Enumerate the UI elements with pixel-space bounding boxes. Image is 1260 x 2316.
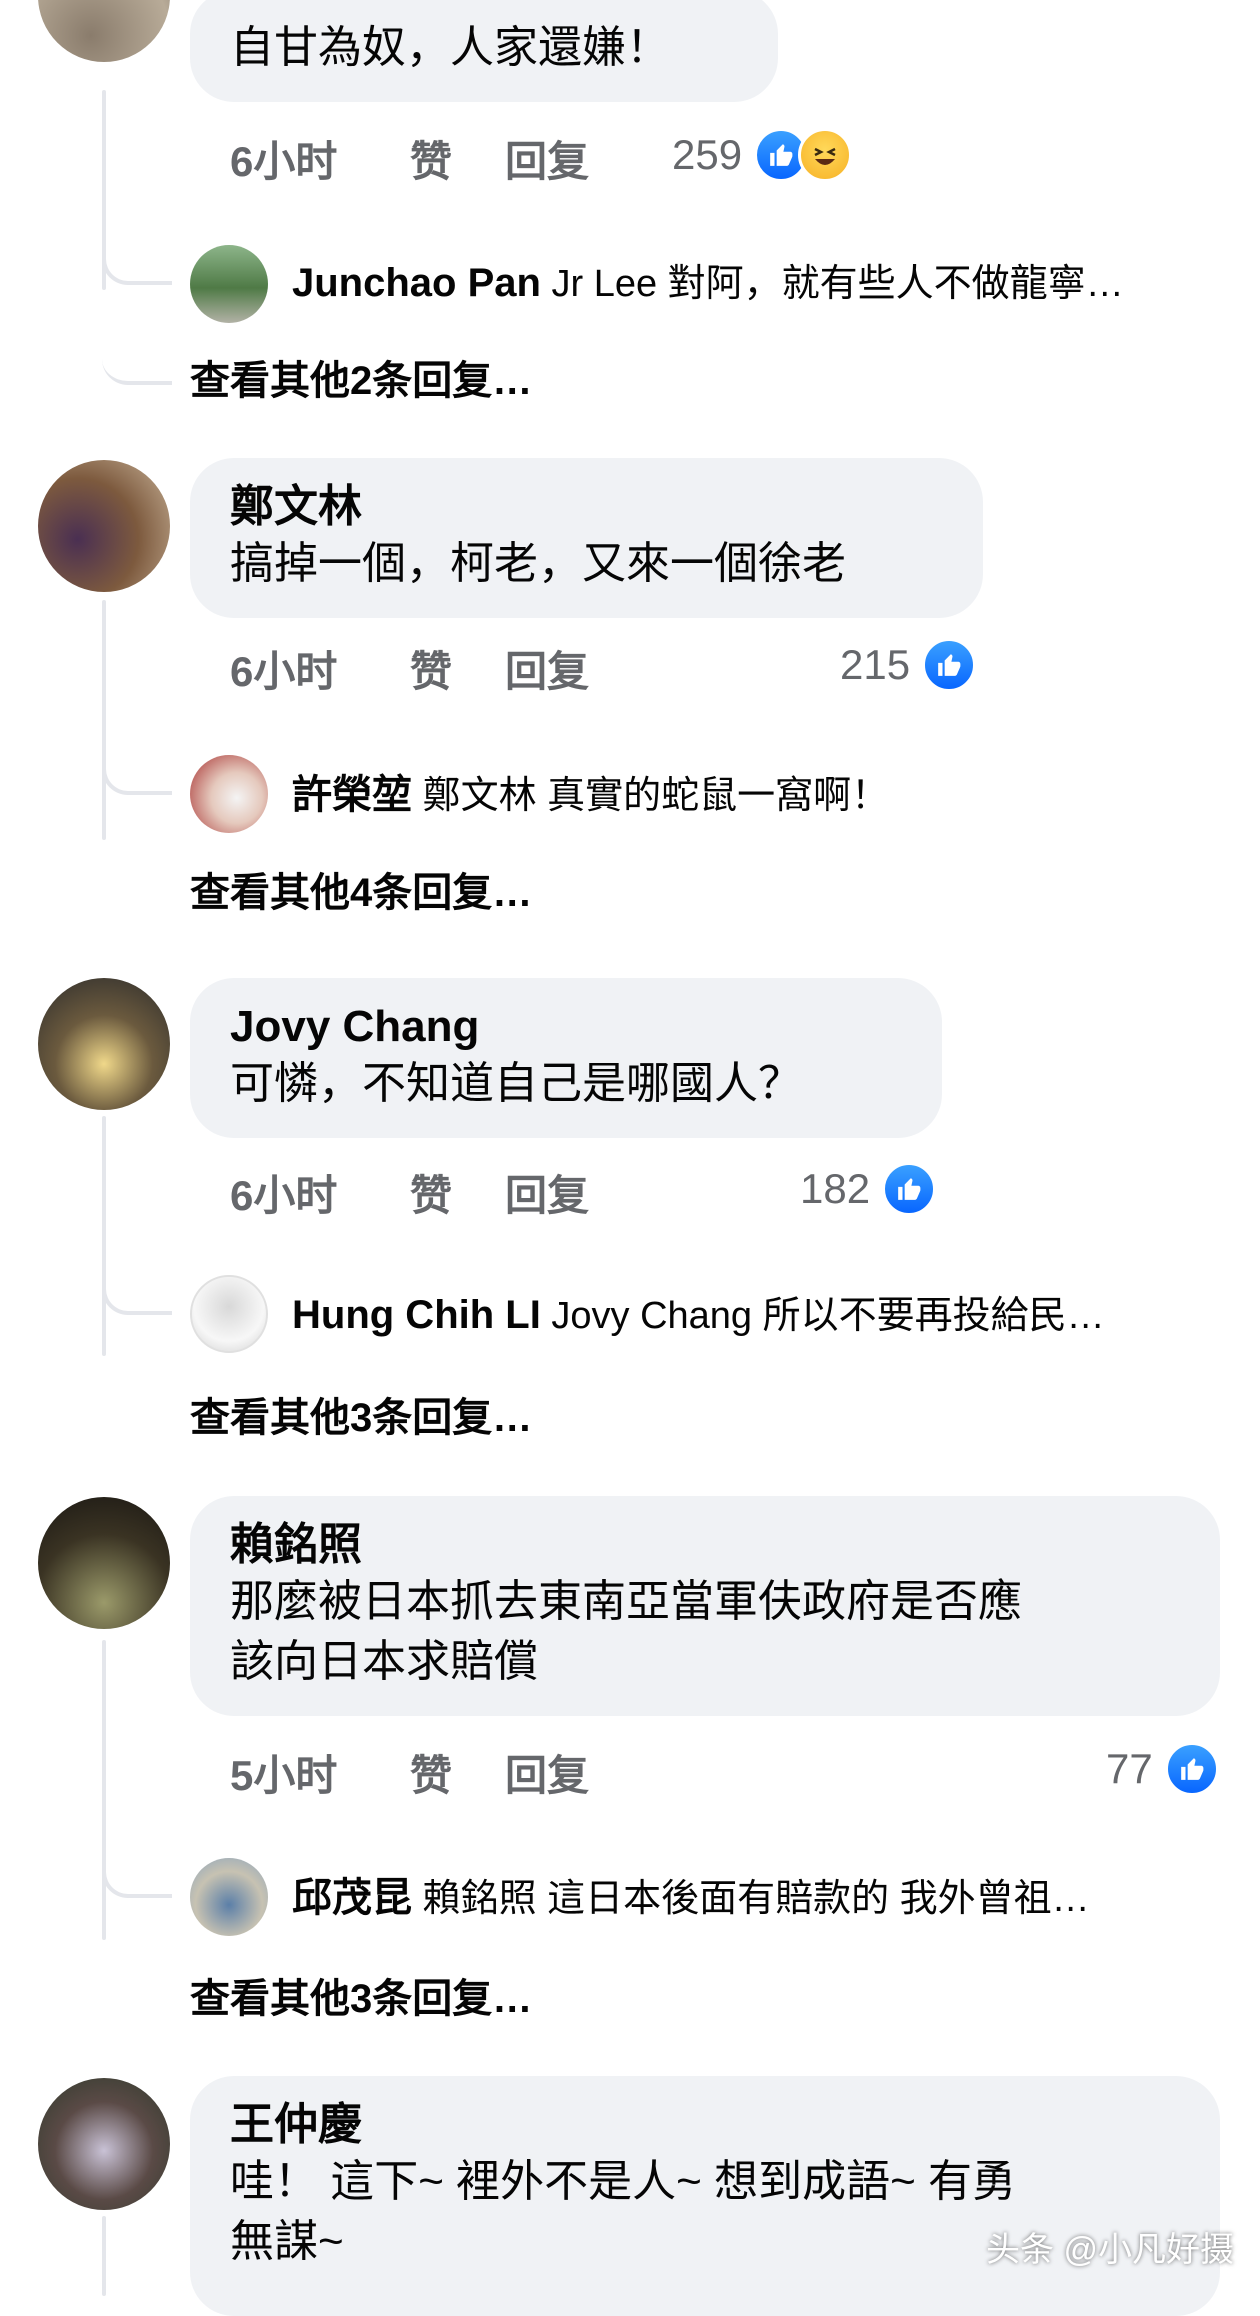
reply-avatar[interactable] [190, 1858, 268, 1936]
comment-actions: 5小时 赞 回复 [230, 1742, 605, 1802]
reply-preview[interactable]: 許榮堃 鄭文林 真實的蛇鼠一窩啊！ [292, 770, 1212, 821]
reaction-count: 77 [1106, 1745, 1153, 1792]
thread-line [102, 2216, 106, 2296]
thread-line [102, 1640, 106, 1940]
see-more-replies[interactable]: 查看其他3条回复… [190, 1966, 532, 2024]
reaction-summary[interactable]: 77 [1106, 1742, 1219, 1796]
comment-actions: 6小时 赞 回复 [230, 1162, 605, 1222]
like-button[interactable]: 赞 [410, 1742, 505, 1803]
commenter-avatar[interactable] [38, 0, 170, 62]
comment-author[interactable]: 王仲慶 [230, 2098, 1180, 2152]
reply-author[interactable]: 許榮堃 [292, 773, 412, 817]
reply-avatar[interactable] [190, 1275, 268, 1353]
comment-bubble[interactable]: 王仲慶 哇！ 這下~ 裡外不是人~ 想到成語~ 有勇 無謀~ [190, 2076, 1220, 2316]
reply-author[interactable]: Junchao Pan [292, 261, 541, 305]
comment-time[interactable]: 6小时 [230, 128, 410, 189]
reply-button[interactable]: 回复 [505, 128, 605, 189]
watermark: 头条 @小凡好摄 [986, 2231, 1234, 2269]
reply-preview[interactable]: Junchao Pan Jr Lee 對阿，就有些人不做龍寧… [292, 258, 1212, 309]
like-button[interactable]: 赞 [410, 1162, 505, 1223]
like-button[interactable]: 赞 [410, 638, 505, 699]
comment-bubble[interactable]: 自甘為奴，人家還嫌！ [190, 0, 778, 102]
comment-time[interactable]: 6小时 [230, 638, 410, 699]
reply-button[interactable]: 回复 [505, 1162, 605, 1223]
comment-text: 自甘為奴，人家還嫌！ [230, 23, 670, 72]
comment-text: 搞掉一個，柯老，又來一個徐老 [230, 539, 846, 588]
commenter-avatar[interactable] [38, 978, 170, 1110]
thumbs-up-icon [922, 638, 977, 692]
reply-button[interactable]: 回复 [505, 1742, 605, 1803]
reply-text: Jovy Chang 所以不要再投給民… [551, 1295, 1105, 1337]
reaction-count: 182 [800, 1165, 871, 1212]
reaction-summary[interactable]: 259 [672, 128, 853, 182]
reply-preview[interactable]: Hung Chih LI Jovy Chang 所以不要再投給民… [292, 1290, 1212, 1341]
reaction-count: 259 [672, 131, 743, 178]
comment-bubble[interactable]: 賴銘照 那麼被日本抓去東南亞當軍伕政府是否應 該向日本求賠償 [190, 1496, 1220, 1716]
commenter-avatar[interactable] [38, 460, 170, 592]
comment-bubble[interactable]: 鄭文林 搞掉一個，柯老，又來一個徐老 [190, 458, 983, 618]
reply-button[interactable]: 回复 [505, 638, 605, 699]
comment-time[interactable]: 5小时 [230, 1742, 410, 1803]
like-button[interactable]: 赞 [410, 128, 505, 189]
reply-branch [102, 245, 172, 285]
commenter-avatar[interactable] [38, 2078, 170, 2210]
reply-branch [102, 1275, 172, 1315]
reaction-summary[interactable]: 182 [800, 1162, 937, 1216]
thumbs-up-icon [1164, 1742, 1219, 1796]
comment-actions: 6小时 赞 回复 [230, 638, 605, 698]
reply-text: 賴銘照 這日本後面有賠款的 我外曾祖… [422, 1878, 1090, 1920]
reply-text: Jr Lee 對阿，就有些人不做龍寧… [551, 263, 1124, 305]
reply-author[interactable]: Hung Chih LI [292, 1293, 541, 1337]
reply-branch [102, 1858, 172, 1898]
thread-line [102, 1116, 106, 1356]
reply-preview[interactable]: 邱茂昆 賴銘照 這日本後面有賠款的 我外曾祖… [292, 1873, 1212, 1924]
comment-text-line-1: 哇！ 這下~ 裡外不是人~ 想到成語~ 有勇 [230, 2157, 1016, 2206]
see-more-branch [102, 345, 172, 385]
comment-author[interactable]: 賴銘照 [230, 1518, 1180, 1572]
haha-icon [798, 128, 853, 182]
reply-author[interactable]: 邱茂昆 [292, 1876, 412, 1920]
comment-text: 可憐，不知道自己是哪國人？ [230, 1059, 802, 1108]
reply-avatar[interactable] [190, 245, 268, 323]
reaction-count: 215 [840, 641, 911, 688]
comment-author[interactable]: Jovy Chang [230, 1000, 902, 1054]
see-more-replies[interactable]: 查看其他4条回复… [190, 860, 532, 918]
see-more-replies[interactable]: 查看其他2条回复… [190, 348, 532, 406]
comment-text-line-2: 該向日本求賠償 [230, 1637, 538, 1686]
comment-text-line-1: 那麼被日本抓去東南亞當軍伕政府是否應 [230, 1577, 1022, 1626]
comment-time[interactable]: 6小时 [230, 1162, 410, 1223]
thread-line [102, 600, 106, 840]
reply-avatar[interactable] [190, 755, 268, 833]
comment-bubble[interactable]: Jovy Chang 可憐，不知道自己是哪國人？ [190, 978, 942, 1138]
reply-branch [102, 755, 172, 795]
see-more-replies[interactable]: 查看其他3条回复… [190, 1385, 532, 1443]
comment-author[interactable]: 鄭文林 [230, 480, 943, 534]
commenter-avatar[interactable] [38, 1497, 170, 1629]
reply-text: 鄭文林 真實的蛇鼠一窩啊！ [422, 775, 890, 817]
reaction-summary[interactable]: 215 [840, 638, 977, 692]
comment-actions: 6小时 赞 回复 [230, 128, 605, 188]
thumbs-up-icon [882, 1162, 937, 1216]
